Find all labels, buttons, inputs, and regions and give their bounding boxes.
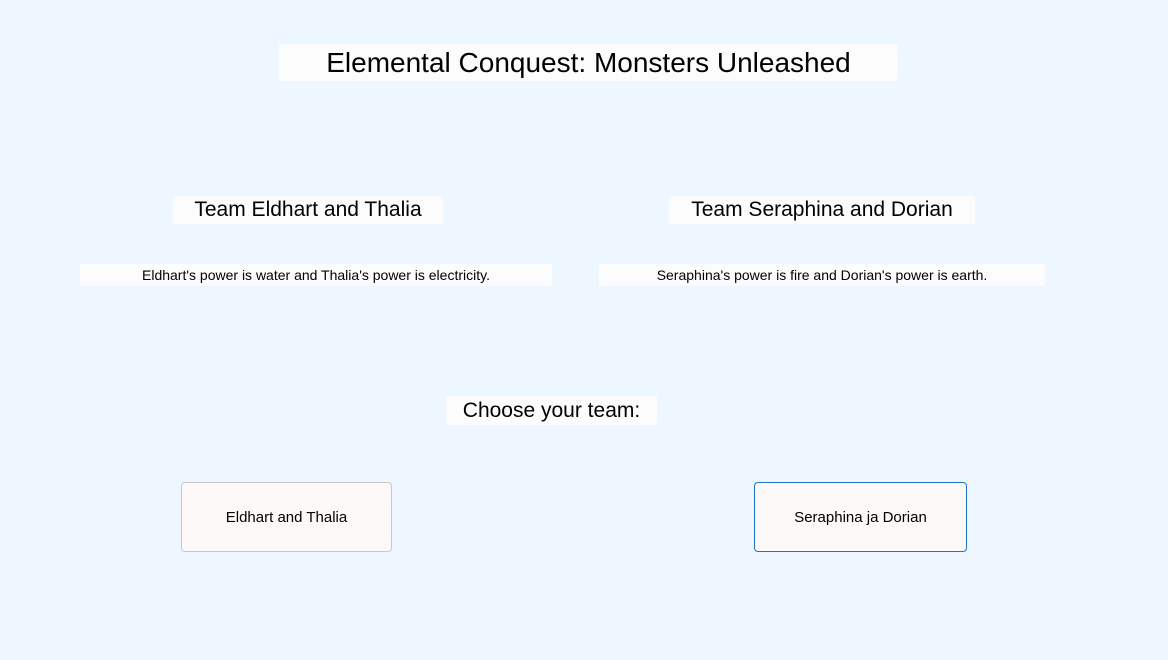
team-heading-seraphina-dorian: Team Seraphina and Dorian <box>669 196 975 224</box>
team-heading-eldhart-thalia: Team Eldhart and Thalia <box>173 196 443 224</box>
game-title: Elemental Conquest: Monsters Unleashed <box>279 44 898 81</box>
choose-eldhart-thalia-button[interactable]: Eldhart and Thalia <box>181 482 392 552</box>
team-description-eldhart-thalia: Eldhart's power is water and Thalia's po… <box>80 264 552 286</box>
team-description-seraphina-dorian: Seraphina's power is fire and Dorian's p… <box>599 264 1045 286</box>
choose-seraphina-dorian-button[interactable]: Seraphina ja Dorian <box>754 482 967 552</box>
choose-team-prompt: Choose your team: <box>446 396 657 425</box>
